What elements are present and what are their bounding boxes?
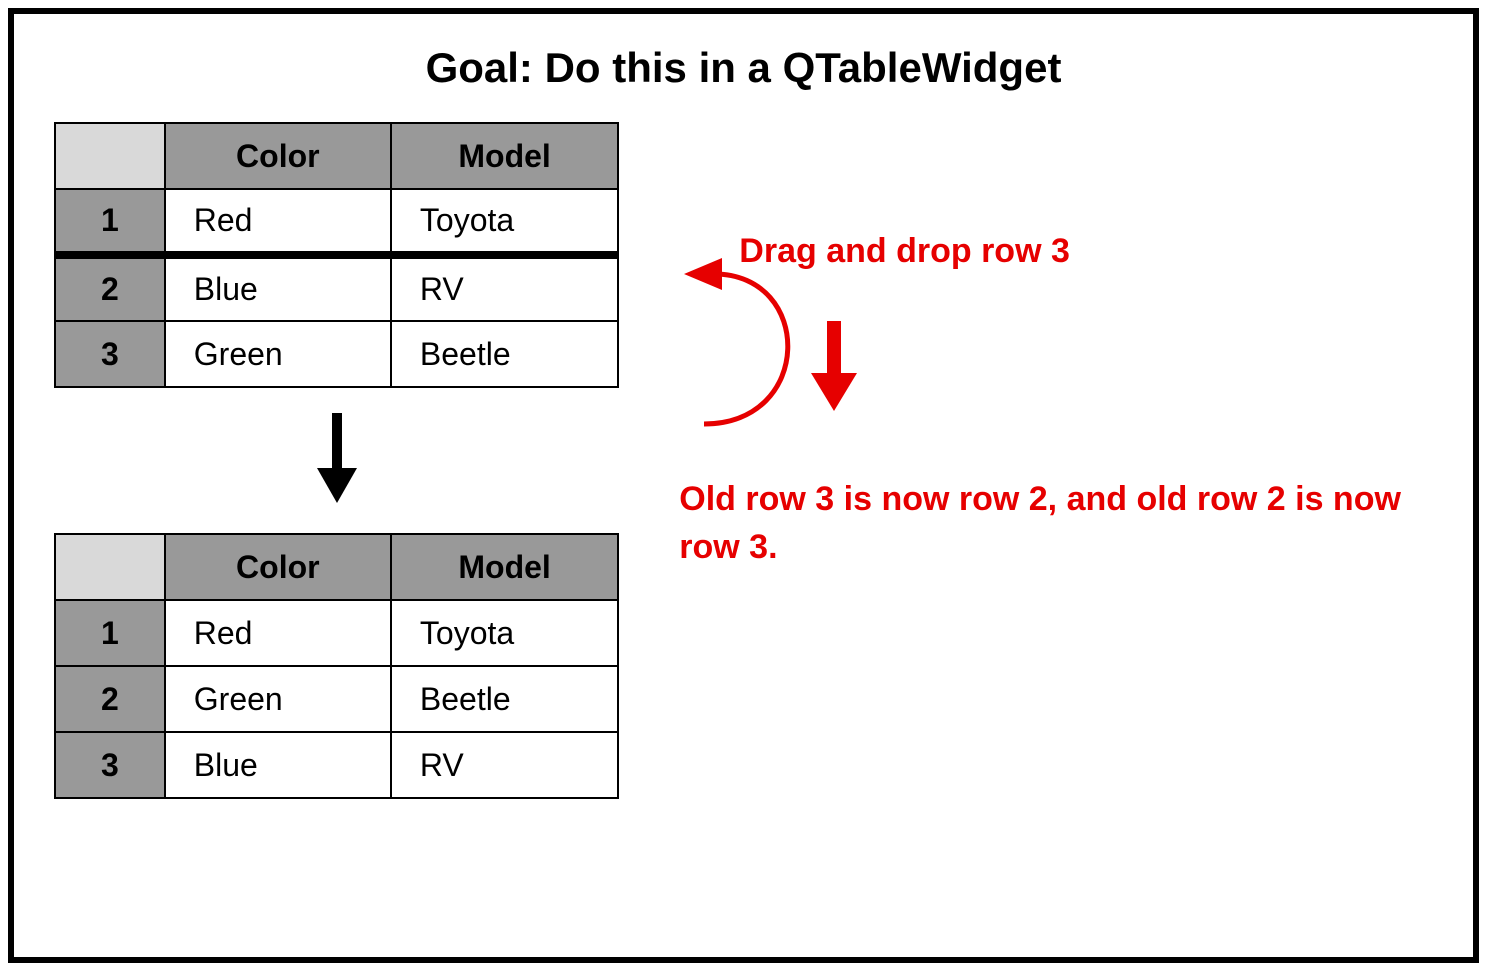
row-header: 3 <box>55 732 165 798</box>
cell-color: Blue <box>165 732 391 798</box>
corner-cell <box>55 123 165 189</box>
row-header: 2 <box>55 255 165 321</box>
cell-model: Toyota <box>391 189 618 255</box>
table-row[interactable]: 2 Green Beetle <box>55 666 618 732</box>
row-header: 1 <box>55 600 165 666</box>
row-header: 1 <box>55 189 165 255</box>
cell-model: Beetle <box>391 666 618 732</box>
content-area: Color Model 1 Red Toyota 2 Blue RV 3 Gre… <box>54 122 1433 799</box>
left-column: Color Model 1 Red Toyota 2 Blue RV 3 Gre… <box>54 122 619 799</box>
table-header-row: Color Model <box>55 123 618 189</box>
cell-model: Beetle <box>391 321 618 387</box>
red-down-arrow-icon <box>809 321 1433 416</box>
table-row[interactable]: 1 Red Toyota <box>55 600 618 666</box>
cell-model: RV <box>391 255 618 321</box>
corner-cell <box>55 534 165 600</box>
table-before: Color Model 1 Red Toyota 2 Blue RV 3 Gre… <box>54 122 619 388</box>
cell-color: Green <box>165 321 391 387</box>
down-arrow-icon <box>312 413 362 508</box>
right-column: Drag and drop row 3 Old row 3 is now row… <box>679 122 1433 799</box>
table-row[interactable]: 3 Green Beetle <box>55 321 618 387</box>
cell-color: Red <box>165 600 391 666</box>
cell-color: Green <box>165 666 391 732</box>
diagram-frame: Goal: Do this in a QTableWidget Color Mo… <box>8 8 1479 963</box>
curved-arrow-icon <box>684 254 844 459</box>
cell-color: Red <box>165 189 391 255</box>
row-header: 2 <box>55 666 165 732</box>
column-header-color: Color <box>165 123 391 189</box>
column-header-model: Model <box>391 123 618 189</box>
cell-model: RV <box>391 732 618 798</box>
table-row[interactable]: 3 Blue RV <box>55 732 618 798</box>
column-header-color: Color <box>165 534 391 600</box>
cell-model: Toyota <box>391 600 618 666</box>
cell-color: Blue <box>165 255 391 321</box>
table-header-row: Color Model <box>55 534 618 600</box>
row-header: 3 <box>55 321 165 387</box>
column-header-model: Model <box>391 534 618 600</box>
annotation-result: Old row 3 is now row 2, and old row 2 is… <box>679 476 1433 571</box>
table-row[interactable]: 2 Blue RV <box>55 255 618 321</box>
page-title: Goal: Do this in a QTableWidget <box>54 44 1433 92</box>
table-after: Color Model 1 Red Toyota 2 Green Beetle … <box>54 533 619 799</box>
table-row[interactable]: 1 Red Toyota <box>55 189 618 255</box>
